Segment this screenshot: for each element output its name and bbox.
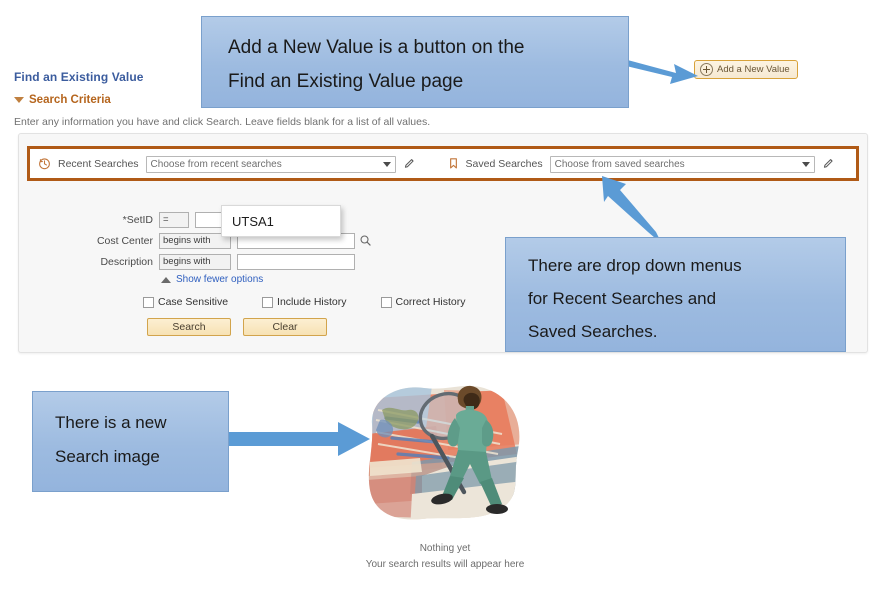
checkbox-box[interactable] (143, 296, 154, 308)
searches-bar-highlight: Recent Searches Choose from recent searc… (27, 146, 859, 181)
criteria-button-row: Search Clear (147, 318, 500, 336)
collapse-triangle-icon[interactable] (14, 97, 24, 103)
callout-add-new-value-line2: Find an Existing Value page (228, 71, 464, 92)
recent-searches-label: Recent Searches (58, 157, 139, 170)
chevron-up-icon (161, 276, 171, 283)
saved-searches-dropdown[interactable]: Choose from saved searches (549, 156, 815, 173)
arrow-to-add-new-value (618, 58, 698, 84)
checkbox-box[interactable] (262, 296, 274, 308)
empty-state-title: Nothing yet (419, 543, 471, 554)
search-illustration-image (368, 385, 520, 520)
cost-center-lookup-magnifier-icon[interactable] (359, 234, 372, 247)
callout-add-new-value-line1: Add a New Value is a button on the (228, 37, 525, 58)
page-title: Find an Existing Value (14, 70, 144, 84)
callout-dropdowns-line1: There are drop down menus (528, 256, 742, 275)
saved-searches-dropdown-wrap[interactable]: Choose from saved searches (549, 154, 815, 173)
callout-dropdowns-line3: Saved Searches. (528, 322, 658, 341)
setid-operator-select[interactable]: = (159, 211, 189, 228)
search-button[interactable]: Search (147, 318, 231, 336)
bookmark-icon (449, 158, 457, 169)
case-sensitive-label: Case Sensitive (158, 296, 229, 308)
cost-center-label: Cost Center (96, 234, 153, 247)
description-label: Description (100, 255, 153, 268)
edit-saved-searches-pencil-icon[interactable] (822, 157, 835, 170)
checkbox-box[interactable] (380, 296, 392, 308)
search-criteria-label: Search Criteria (29, 94, 111, 106)
search-hint-text: Enter any information you have and click… (14, 116, 431, 128)
callout-search-image: There is a new Search image (32, 391, 229, 492)
show-fewer-options-link[interactable]: Show fewer options (161, 274, 500, 285)
show-fewer-options-label: Show fewer options (176, 274, 264, 285)
saved-searches-label: Saved Searches (465, 157, 543, 170)
callout-search-image-line1: There is a new (55, 413, 167, 432)
setid-label: *SetID (122, 213, 153, 226)
empty-state-subtitle: Your search results will appear here (365, 559, 525, 570)
add-a-new-value-button[interactable]: Add a New Value (694, 60, 798, 79)
correct-history-checkbox[interactable]: Correct History (380, 296, 466, 308)
arrow-to-search-image (226, 422, 370, 456)
criteria-row-description: Description begins with (85, 252, 500, 271)
include-history-checkbox[interactable]: Include History (262, 296, 347, 308)
search-criteria-section-header[interactable]: Search Criteria (14, 94, 111, 106)
add-a-new-value-label: Add a New Value (717, 64, 790, 75)
criteria-checkbox-group: Case Sensitive Include History Correct H… (143, 296, 500, 308)
callout-dropdowns: There are drop down menus for Recent Sea… (505, 237, 846, 352)
include-history-label: Include History (277, 296, 347, 308)
description-value-input[interactable] (237, 253, 355, 270)
recent-searches-dropdown-wrap[interactable]: Choose from recent searches (145, 154, 396, 173)
description-operator-select[interactable]: begins with (159, 253, 231, 270)
case-sensitive-checkbox[interactable]: Case Sensitive (143, 296, 228, 308)
callout-dropdowns-line2: for Recent Searches and (528, 289, 717, 308)
callout-add-new-value: Add a New Value is a button on the Find … (201, 16, 629, 108)
edit-recent-searches-pencil-icon[interactable] (403, 157, 416, 170)
setid-value-zoom-callout: UTSA1 (221, 205, 341, 237)
clear-button[interactable]: Clear (243, 318, 327, 336)
clock-history-icon (39, 158, 50, 170)
recent-searches-dropdown[interactable]: Choose from recent searches (145, 156, 396, 173)
correct-history-label: Correct History (395, 296, 466, 308)
callout-search-image-line2: Search image (55, 447, 160, 466)
